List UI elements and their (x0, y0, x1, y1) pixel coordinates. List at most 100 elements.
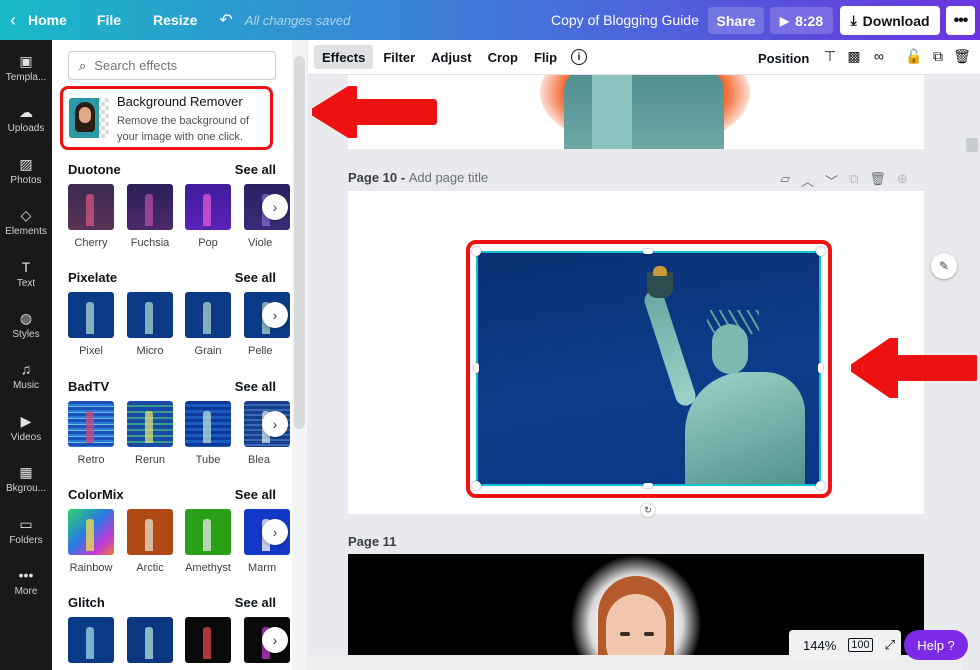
crop-button[interactable]: Crop (480, 45, 526, 69)
effect-glitch-2[interactable] (127, 617, 173, 663)
see-all-link[interactable]: See all (235, 162, 276, 177)
rail-item-photos[interactable]: ▨ Photos (0, 155, 52, 201)
rail-item-more[interactable]: ••• More (0, 566, 52, 612)
chevron-down-icon[interactable]: ﹀ (825, 171, 838, 190)
section-title: ColorMix (68, 487, 124, 502)
rotate-icon[interactable]: ↻ (641, 503, 655, 517)
download-button[interactable]: ⤓ Download (840, 6, 940, 35)
info-icon[interactable]: i (571, 49, 587, 65)
search-input[interactable] (94, 58, 254, 73)
note-icon[interactable]: ▱ (780, 171, 790, 190)
next-arrow-button[interactable]: › (262, 519, 288, 545)
see-all-link[interactable]: See all (235, 379, 276, 394)
add-page-icon[interactable]: ⊕ (897, 171, 908, 190)
share-button[interactable]: Share (708, 7, 764, 34)
effect-glitch-1[interactable] (68, 617, 114, 663)
lock-icon[interactable]: 🔓 (905, 48, 923, 65)
undo-icon[interactable]: ↶ (219, 0, 232, 40)
present-button[interactable]: ▶ 8:28 (770, 7, 833, 34)
see-all-link[interactable]: See all (235, 487, 276, 502)
panel-scrollbar[interactable] (292, 40, 307, 670)
effect-tube[interactable]: Tube (185, 401, 231, 466)
search-icon: ⌕ (79, 58, 86, 74)
trash-icon[interactable]: 🗑 (953, 48, 971, 65)
text-icon: T (22, 258, 31, 276)
effect-pop[interactable]: Pop (185, 184, 231, 249)
effect-retro[interactable]: Retro (68, 401, 114, 466)
image-toolbar: Effects Filter Adjust Crop Flip i Positi… (308, 40, 980, 75)
template-icon: ▣ (19, 52, 32, 70)
rail-item-music[interactable]: ♫ Music (0, 360, 52, 406)
duplicate-icon[interactable]: ⧉ (929, 48, 947, 65)
rail-label: More (15, 586, 38, 597)
annotation-arrow-right (851, 338, 977, 398)
zoom-level[interactable]: 144% (803, 638, 836, 653)
effect-grain[interactable]: Grain (185, 292, 231, 357)
rail-item-styles[interactable]: ◍ Styles (0, 309, 52, 355)
more-options-button[interactable]: ••• (946, 6, 975, 35)
next-arrow-button[interactable]: › (262, 411, 288, 437)
elements-icon: ◇ (21, 206, 32, 224)
effect-pixel[interactable]: Pixel (68, 292, 114, 357)
rail-item-text[interactable]: T Text (0, 258, 52, 304)
effect-label: Rerun (122, 454, 178, 466)
effect-label: Arctic (122, 562, 178, 574)
resize-button[interactable]: Resize (153, 0, 197, 40)
filter-button[interactable]: Filter (375, 45, 423, 69)
rail-item-background[interactable]: ▦ Bkgrou... (0, 463, 52, 509)
home-button[interactable]: ‹ Home (10, 0, 67, 40)
effect-cherry[interactable]: Cherry (68, 184, 114, 249)
section-glitch: Glitch See all › (68, 593, 276, 670)
paint-roller-icon[interactable]: ⊤ (821, 48, 839, 65)
position-button[interactable]: Position (750, 46, 817, 70)
rail-item-videos[interactable]: ▶ Videos (0, 412, 52, 458)
delete-page-icon[interactable]: 🗑 (869, 171, 886, 190)
next-arrow-button[interactable]: › (262, 627, 288, 653)
see-all-link[interactable]: See all (235, 270, 276, 285)
background-remover-thumbnail (69, 98, 109, 138)
effect-amethyst[interactable]: Amethyst (185, 509, 231, 574)
help-button[interactable]: Help ? (904, 630, 968, 660)
effect-arctic[interactable]: Arctic (127, 509, 173, 574)
add-page-title-input[interactable]: Add page title (409, 170, 489, 185)
transparency-icon[interactable]: ▩ (845, 48, 863, 65)
effect-micro[interactable]: Micro (127, 292, 173, 357)
chevron-right-icon: › (273, 524, 278, 540)
rail-label: Styles (12, 329, 39, 340)
chevron-right-icon: › (273, 307, 278, 323)
rail-item-elements[interactable]: ◇ Elements (0, 206, 52, 252)
play-icon: ▶ (780, 14, 789, 28)
effect-rerun[interactable]: Rerun (127, 401, 173, 466)
link-icon[interactable]: ∞ (870, 48, 888, 64)
effect-fuchsia[interactable]: Fuchsia (127, 184, 173, 249)
rail-item-templates[interactable]: ▣ Templa... (0, 52, 52, 98)
document-title[interactable]: Copy of Blogging Guide (551, 0, 699, 40)
rail-item-uploads[interactable]: ☁ Uploads (0, 103, 52, 149)
chevron-up-icon[interactable]: ︿ (801, 171, 814, 190)
rail-label: Text (17, 278, 35, 289)
highlight-box (466, 240, 832, 498)
search-box[interactable]: ⌕ (68, 51, 276, 80)
flip-button[interactable]: Flip (526, 45, 565, 69)
page-grid-icon[interactable]: 100 (848, 638, 872, 652)
duplicate-page-icon[interactable]: ⧉ (849, 171, 858, 190)
fullscreen-icon[interactable]: ⤢ (885, 637, 895, 653)
rail-item-folders[interactable]: ▭ Folders (0, 515, 52, 561)
effect-glitch-3[interactable] (185, 617, 231, 663)
adjust-button[interactable]: Adjust (423, 45, 479, 69)
comment-icon[interactable]: ✎ (931, 253, 957, 279)
effect-rainbow[interactable]: Rainbow (68, 509, 114, 574)
next-arrow-button[interactable]: › (262, 194, 288, 220)
background-remover-card[interactable]: Background Remover Remove the background… (60, 86, 273, 150)
effect-label: Fuchsia (122, 237, 178, 249)
effects-panel: ⌕ Background Remover Remove the backgrou… (52, 40, 292, 670)
rail-label: Photos (10, 175, 41, 186)
save-status: All changes saved (245, 0, 351, 40)
next-arrow-button[interactable]: › (262, 302, 288, 328)
effect-label: Cherry (63, 237, 119, 249)
effects-button[interactable]: Effects (314, 45, 373, 69)
see-all-link[interactable]: See all (235, 595, 276, 610)
chevron-right-icon: › (273, 632, 278, 648)
section-title: BadTV (68, 379, 109, 394)
file-menu[interactable]: File (97, 0, 121, 40)
